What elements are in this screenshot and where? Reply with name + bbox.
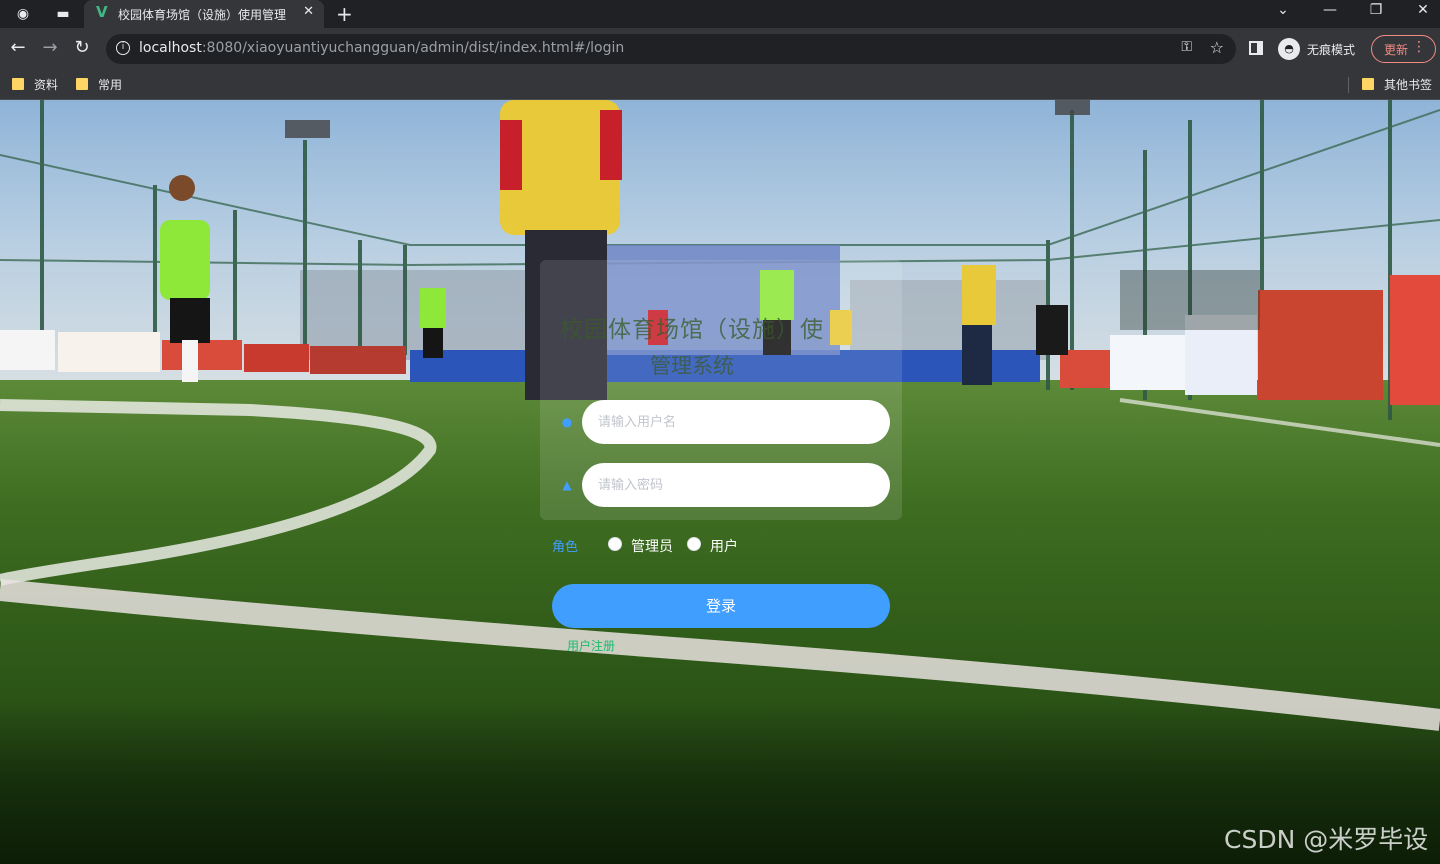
update-label: 更新 — [1384, 43, 1409, 57]
more-menu-icon: ⋮ — [1412, 39, 1426, 55]
new-tab-icon[interactable]: + — [336, 2, 353, 26]
bookmarks-bar: 资料 常用 其他书签 — [0, 70, 1440, 100]
tab-strip: ◉ ▬ V 校园体育场馆（设施）使用管理 ✕ + ⌄ — ❐ ✕ — [0, 0, 1440, 28]
update-button[interactable]: 更新 ⋮ — [1371, 35, 1436, 63]
radio-label: 用户 — [710, 539, 738, 555]
tab-title: 校园体育场馆（设施）使用管理 — [118, 8, 287, 22]
radio-label: 管理员 — [631, 539, 673, 555]
other-bookmarks-folder[interactable]: 其他书签 — [1362, 76, 1438, 94]
password-input[interactable] — [582, 463, 890, 507]
side-panel-icon[interactable] — [1249, 41, 1263, 55]
restore-icon[interactable]: ❐ — [1361, 2, 1391, 18]
back-arrow-icon[interactable]: ← — [7, 37, 29, 58]
url-path: :8080/xiaoyuantiyuchangguan/admin/dist/i… — [201, 40, 625, 56]
login-button[interactable]: 登录 — [552, 584, 890, 628]
register-link[interactable]: 用户注册 — [567, 637, 615, 654]
radio-circle — [687, 537, 701, 551]
csdn-watermark: CSDN @米罗毕设 — [1224, 825, 1429, 854]
role-label: 角色 — [552, 540, 579, 555]
address-bar[interactable]: i localhost:8080/xiaoyuantiyuchangguan/a… — [106, 34, 1236, 64]
toolbar: ← → ↻ i localhost:8080/xiaoyuantiyuchang… — [0, 28, 1440, 70]
password-key-icon[interactable]: ⚿ — [1181, 39, 1192, 55]
other-bookmarks-label: 其他书签 — [1384, 78, 1433, 92]
url-host: localhost — [139, 40, 202, 56]
reload-icon[interactable]: ↻ — [71, 37, 93, 58]
bookmark-folder-changyong[interactable]: 常用 — [76, 76, 136, 94]
url-text[interactable]: localhost:8080/xiaoyuantiyuchangguan/adm… — [139, 40, 624, 56]
vue-logo-icon: V — [96, 3, 108, 21]
minimize-icon[interactable]: — — [1315, 2, 1345, 18]
site-info-icon[interactable]: i — [116, 41, 130, 55]
folder-icon — [1362, 78, 1374, 90]
forward-arrow-icon[interactable]: → — [39, 37, 61, 58]
lock-icon: ▲ — [562, 478, 572, 492]
bookmark-divider — [1348, 77, 1349, 93]
role-radio-user[interactable]: 用户 — [687, 536, 743, 555]
page-viewport: 校园体育场馆（设施）使 管理系统 ● ▲ 角色 管理员 用户 登录 用户注册 C… — [0, 100, 1440, 864]
username-input[interactable] — [582, 400, 890, 444]
tab-close-icon[interactable]: ✕ — [303, 4, 314, 19]
radio-circle — [608, 537, 622, 551]
bookmark-star-icon[interactable]: ☆ — [1210, 38, 1224, 57]
system-title: 校园体育场馆（设施）使 — [560, 317, 824, 343]
folder-icon — [76, 78, 88, 90]
system-subtitle: 管理系统 — [650, 354, 734, 378]
bookmark-label: 资料 — [34, 78, 59, 92]
incognito-label: 无痕模式 — [1307, 43, 1356, 57]
browser-tab[interactable]: V 校园体育场馆（设施）使用管理 ✕ — [84, 0, 324, 28]
tab-list-chevron-icon[interactable]: ⌄ — [1268, 2, 1298, 18]
role-radio-admin[interactable]: 管理员 — [608, 536, 678, 555]
user-icon: ● — [561, 415, 573, 429]
bookmark-label: 常用 — [98, 78, 123, 92]
window-close-icon[interactable]: ✕ — [1408, 2, 1438, 18]
tab-search-icon[interactable]: ▬ — [54, 5, 72, 23]
folder-icon — [12, 78, 24, 90]
incognito-icon: ◓ — [1278, 38, 1300, 60]
browser-menu-icon[interactable]: ◉ — [14, 5, 32, 23]
bookmark-folder-ziliao[interactable]: 资料 — [12, 76, 72, 94]
incognito-indicator[interactable]: ◓ 无痕模式 — [1276, 36, 1366, 62]
